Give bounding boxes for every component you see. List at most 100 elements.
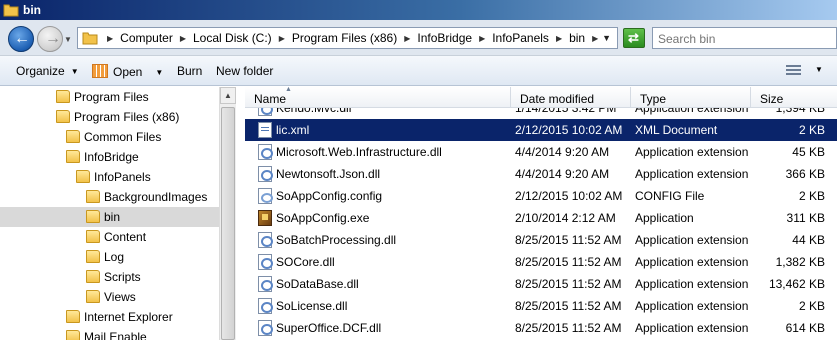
- file-size: 44 KB: [792, 233, 825, 247]
- dll-file-icon: [258, 320, 273, 336]
- address-row: ← → ▼ ▶ Computer ▶ Local Disk (C:) ▶ Pro…: [0, 20, 837, 56]
- nav-item-label: bin: [104, 210, 121, 224]
- file-date-modified: 8/25/2015 11:52 AM: [515, 299, 622, 313]
- file-row[interactable]: SoLicense.dll 8/25/2015 11:52 AM Applicati…: [245, 295, 837, 317]
- file-size: 1,382 KB: [775, 255, 825, 269]
- dll-file-icon: [258, 108, 273, 116]
- nav-item[interactable]: InfoPanels: [0, 167, 219, 187]
- refresh-icon: ⇄: [628, 30, 639, 45]
- nav-item[interactable]: BackgroundImages: [0, 187, 219, 207]
- breadcrumb-chevron-icon[interactable]: ▶: [404, 34, 410, 43]
- nav-item[interactable]: Views: [0, 287, 219, 307]
- cfg-file-icon: [258, 188, 273, 204]
- open-label: Open: [113, 65, 143, 79]
- folder-icon: [66, 310, 80, 323]
- address-history-dropdown-icon[interactable]: ▼: [602, 33, 611, 43]
- file-date-modified: 8/25/2015 11:52 AM: [515, 321, 622, 335]
- breadcrumb-chevron-icon[interactable]: ▶: [479, 34, 485, 43]
- nav-item-label: Mail Enable: [84, 330, 147, 340]
- scrollbar-thumb[interactable]: [221, 107, 235, 340]
- dll-file-icon: [258, 298, 273, 314]
- file-size: 2 KB: [798, 189, 825, 203]
- file-size: 13,462 KB: [768, 277, 825, 291]
- file-date-modified: 1/14/2015 3:42 PM: [515, 108, 617, 115]
- column-header-size[interactable]: Size: [751, 87, 837, 108]
- breadcrumb-chevron-icon[interactable]: ▶: [592, 34, 598, 43]
- address-bar[interactable]: ▶ Computer ▶ Local Disk (C:) ▶ Program F…: [77, 27, 618, 49]
- breadcrumb-item-infopanels[interactable]: InfoPanels: [492, 31, 549, 45]
- title-bar: bin: [0, 0, 837, 20]
- file-type: Application extension: [635, 321, 749, 335]
- search-input[interactable]: [658, 29, 836, 48]
- file-size: 2 KB: [798, 123, 825, 137]
- file-row[interactable]: SuperOffice.DCF.dll 8/25/2015 11:52 AM App…: [245, 317, 837, 339]
- scroll-up-icon[interactable]: ▲: [220, 87, 236, 104]
- folder-icon: [66, 330, 80, 340]
- file-name: SuperOffice.DCF.dll: [276, 321, 382, 335]
- file-row[interactable]: SoAppConfig.config 2/12/2015 10:02 AM CONF…: [245, 185, 837, 207]
- file-type: Application extension: [635, 233, 749, 247]
- organize-dropdown-icon: ▼: [70, 67, 79, 76]
- breadcrumb-item-local-disk[interactable]: Local Disk (C:): [193, 31, 272, 45]
- back-arrow-icon: ←: [14, 30, 30, 47]
- nav-item-label: Program Files: [74, 90, 149, 104]
- file-row[interactable]: SoDataBase.dll 8/25/2015 11:52 AM Applicat…: [245, 273, 837, 295]
- breadcrumb-chevron-icon[interactable]: ▶: [107, 34, 113, 43]
- file-row[interactable]: lic.xml 2/12/2015 10:02 AM XML Document 2 K…: [245, 119, 837, 141]
- file-name: SoAppConfig.config: [276, 189, 383, 203]
- breadcrumb-item-computer[interactable]: Computer: [120, 31, 173, 45]
- file-row[interactable]: Microsoft.Web.Infrastructure.dll 4/4/2014…: [245, 141, 837, 163]
- back-button[interactable]: ←: [8, 26, 34, 52]
- nav-item[interactable]: Scripts: [0, 267, 219, 287]
- navigation-scrollbar[interactable]: ▲: [219, 87, 236, 340]
- search-box[interactable]: [652, 27, 837, 49]
- file-type: CONFIG File: [635, 189, 705, 203]
- column-header-date-modified[interactable]: Date modified: [511, 87, 631, 108]
- nav-item[interactable]: bin: [0, 207, 219, 227]
- nav-item[interactable]: Log: [0, 247, 219, 267]
- sort-ascending-icon: ▲: [285, 86, 292, 93]
- column-header-label: Type: [640, 92, 667, 106]
- file-date-modified: 8/25/2015 11:52 AM: [515, 233, 622, 247]
- file-row[interactable]: SOCore.dll 8/25/2015 11:52 AM Application …: [245, 251, 837, 273]
- file-size: 2 KB: [798, 299, 825, 313]
- burn-label: Burn: [177, 64, 203, 78]
- column-header-row: ▲ Name Date modified Type Size: [245, 86, 837, 108]
- nav-item[interactable]: Mail Enable: [0, 327, 219, 340]
- change-view-icon[interactable]: [786, 65, 801, 76]
- column-header-type[interactable]: Type: [631, 87, 751, 108]
- file-name: SoDataBase.dll: [276, 277, 359, 291]
- file-size: 45 KB: [792, 145, 825, 159]
- open-button[interactable]: Open ▼: [92, 64, 163, 79]
- view-dropdown-icon[interactable]: ▼: [815, 65, 823, 74]
- file-row[interactable]: SoAppConfig.exe 2/10/2014 2:12 AM Applicat…: [245, 207, 837, 229]
- nav-item[interactable]: Content: [0, 227, 219, 247]
- file-size: 311 KB: [786, 211, 825, 225]
- refresh-button[interactable]: ⇄: [623, 28, 645, 48]
- file-row[interactable]: Newtonsoft.Json.dll 4/4/2014 9:20 AM Appli…: [245, 163, 837, 185]
- nav-item[interactable]: Internet Explorer: [0, 307, 219, 327]
- nav-item-label: InfoPanels: [94, 170, 151, 184]
- new-folder-button[interactable]: New folder: [216, 64, 273, 78]
- breadcrumb-chevron-icon[interactable]: ▶: [556, 34, 562, 43]
- folder-icon: [86, 230, 100, 243]
- forward-button[interactable]: →: [37, 26, 63, 52]
- breadcrumb-item-program-files-x86[interactable]: Program Files (x86): [292, 31, 397, 45]
- recent-pages-dropdown-icon[interactable]: ▼: [64, 35, 72, 44]
- open-dropdown-icon[interactable]: ▼: [155, 68, 163, 77]
- window-title: bin: [23, 3, 41, 17]
- nav-item[interactable]: Program Files: [0, 87, 219, 107]
- file-row[interactable]: Kendo.Mvc.dll 1/14/2015 3:42 PM Applicatio…: [245, 108, 837, 119]
- breadcrumb-chevron-icon[interactable]: ▶: [180, 34, 186, 43]
- breadcrumb-item-bin[interactable]: bin: [569, 31, 585, 45]
- column-header-name[interactable]: ▲ Name: [245, 86, 511, 108]
- breadcrumb-item-infobridge[interactable]: InfoBridge: [417, 31, 472, 45]
- organize-button[interactable]: Organize ▼: [16, 64, 79, 78]
- burn-button[interactable]: Burn: [177, 64, 202, 78]
- file-row[interactable]: SoBatchProcessing.dll 8/25/2015 11:52 AM A…: [245, 229, 837, 251]
- nav-item[interactable]: Program Files (x86): [0, 107, 219, 127]
- nav-item[interactable]: InfoBridge: [0, 147, 219, 167]
- breadcrumb-chevron-icon[interactable]: ▶: [279, 34, 285, 43]
- folder-icon: [56, 90, 70, 103]
- nav-item[interactable]: Common Files: [0, 127, 219, 147]
